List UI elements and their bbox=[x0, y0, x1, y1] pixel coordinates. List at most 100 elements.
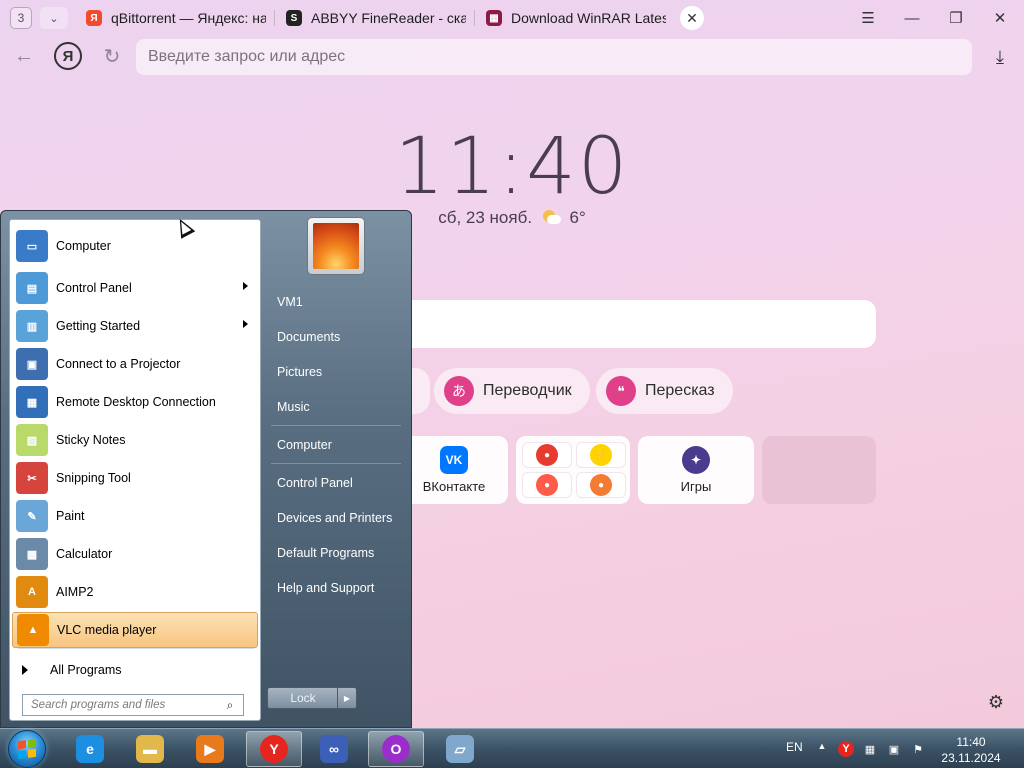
tab-qbittorrent[interactable]: Я qBittorrent — Яндекс: нашлось bbox=[86, 4, 266, 32]
start-menu: ▭ Computer ▤ Control Panel ▥ Getting Started ▣… bbox=[0, 210, 412, 728]
snipping-tool-icon: ✂ bbox=[16, 462, 48, 494]
display-icon[interactable]: ▣ bbox=[886, 741, 902, 757]
tab-title: qBittorrent — Яндекс: нашлось bbox=[111, 10, 266, 26]
start-right-vm1[interactable]: VM1 bbox=[267, 287, 405, 317]
start-item-connect-to-a-projector[interactable]: ▣ Connect to a Projector bbox=[12, 346, 258, 382]
flower-picture bbox=[313, 223, 359, 269]
start-item-label: Connect to a Projector bbox=[56, 357, 181, 371]
start-button[interactable] bbox=[8, 730, 46, 768]
tab-winrar[interactable]: ▦ Download WinRAR Latest bbox=[486, 4, 666, 32]
taskbar-window-app[interactable]: ▱ bbox=[432, 731, 488, 767]
start-right-computer[interactable]: Computer bbox=[267, 430, 405, 460]
all-programs-button[interactable]: All Programs bbox=[14, 658, 254, 682]
start-right-help-and-support[interactable]: Help and Support bbox=[267, 573, 405, 603]
network-icon[interactable]: ▦ bbox=[862, 741, 878, 757]
taskbar-infinity-app[interactable]: ∞ bbox=[306, 731, 362, 767]
start-item-label: Calculator bbox=[56, 547, 113, 561]
tile-vkontakte[interactable]: VK ВКонтакте bbox=[400, 436, 508, 504]
action-center-flag-icon[interactable]: ⚑ bbox=[910, 741, 926, 757]
restore-icon[interactable]: ❐ bbox=[944, 6, 968, 30]
taskbar-yandex-browser[interactable]: Y bbox=[246, 731, 302, 767]
start-search-input[interactable]: Search programs and files ⌕ bbox=[22, 694, 244, 716]
start-item-remote-desktop-connection[interactable]: ▦ Remote Desktop Connection bbox=[12, 384, 258, 420]
start-item-computer[interactable]: ▭ Computer bbox=[12, 228, 258, 264]
tile-label: Игры bbox=[680, 479, 712, 494]
windows-logo-icon bbox=[18, 738, 36, 760]
start-item-label: Computer bbox=[56, 239, 111, 253]
start-item-snipping-tool[interactable]: ✂ Snipping Tool bbox=[12, 460, 258, 496]
yandex-tray-icon[interactable]: Y bbox=[838, 741, 854, 757]
search-input[interactable] bbox=[400, 300, 876, 348]
tab-divider bbox=[474, 10, 475, 26]
tab-abbyy[interactable]: S ABBYY FineReader - скачать bbox=[286, 4, 466, 32]
s-icon: S bbox=[286, 10, 302, 26]
retell-button[interactable]: ❝ Пересказ bbox=[596, 368, 733, 414]
start-right-devices-and-printers[interactable]: Devices and Printers bbox=[267, 503, 405, 533]
lock-button[interactable]: Lock bbox=[267, 687, 339, 709]
start-right-default-programs[interactable]: Default Programs bbox=[267, 538, 405, 568]
minimize-icon[interactable]: — bbox=[900, 6, 924, 30]
start-item-aimp2[interactable]: A AIMP2 bbox=[12, 574, 258, 610]
start-right-documents[interactable]: Documents bbox=[267, 322, 405, 352]
start-right-pictures[interactable]: Pictures bbox=[267, 357, 405, 387]
yandex-icon: Я bbox=[86, 10, 102, 26]
map-pin-icon: ● bbox=[536, 474, 558, 496]
tab-divider bbox=[274, 10, 275, 26]
submenu-arrow-icon bbox=[243, 282, 248, 290]
tile-label: ВКонтакте bbox=[422, 479, 486, 494]
winrar-icon: ▦ bbox=[486, 10, 502, 26]
close-tab-icon[interactable]: ✕ bbox=[680, 6, 704, 30]
taskbar-media-player[interactable]: ▶ bbox=[182, 731, 238, 767]
user-avatar[interactable] bbox=[307, 217, 365, 275]
taskbar-opera-like-app[interactable]: O bbox=[368, 731, 424, 767]
taskbar-internet-explorer[interactable]: e bbox=[62, 731, 118, 767]
customize-icon[interactable]: ⚙ bbox=[984, 690, 1008, 714]
tab-counter[interactable]: 3 bbox=[10, 7, 32, 29]
back-arrow-icon[interactable]: ← bbox=[10, 42, 38, 70]
taskbar-file-explorer[interactable]: ▬ bbox=[122, 731, 178, 767]
aimp-icon: A bbox=[16, 576, 48, 608]
close-window-icon[interactable]: ✕ bbox=[988, 6, 1012, 30]
start-item-label: Control Panel bbox=[56, 281, 132, 295]
media-player-icon: ▶ bbox=[196, 735, 224, 763]
divider bbox=[271, 425, 401, 426]
start-right-control-panel[interactable]: Control Panel bbox=[267, 468, 405, 498]
temperature: 6° bbox=[569, 208, 586, 227]
start-item-getting-started[interactable]: ▥ Getting Started bbox=[12, 308, 258, 344]
chevron-down-icon[interactable]: ⌄ bbox=[40, 7, 68, 29]
tray-date: 23.11.2024 bbox=[941, 751, 1001, 765]
start-item-paint[interactable]: ✎ Paint bbox=[12, 498, 258, 534]
start-item-vlc-media-player[interactable]: ▲ VLC media player bbox=[12, 612, 258, 648]
music-app-icon: ● bbox=[536, 444, 558, 466]
clock-tray[interactable]: 11:40 23.11.2024 bbox=[936, 734, 1006, 766]
start-item-sticky-notes[interactable]: ▧ Sticky Notes bbox=[12, 422, 258, 458]
control-panel-icon: ▤ bbox=[16, 272, 48, 304]
window-app-icon: ▱ bbox=[446, 735, 474, 763]
lightning-icon: ⚡ bbox=[590, 444, 612, 466]
show-hidden-icons-icon[interactable]: ▲ bbox=[816, 741, 828, 755]
ie-icon: e bbox=[76, 735, 104, 763]
vlc-icon: ▲ bbox=[17, 614, 49, 646]
tab-title: ABBYY FineReader - скачать bbox=[311, 10, 466, 26]
submenu-arrow-icon bbox=[243, 320, 248, 328]
tile-games[interactable]: ✦ Игры bbox=[638, 436, 754, 504]
language-indicator[interactable]: EN bbox=[786, 740, 803, 754]
address-bar[interactable]: Введите запрос или адрес bbox=[136, 39, 972, 75]
divider bbox=[271, 463, 401, 464]
power-options-arrow-icon[interactable]: ▶ bbox=[337, 687, 357, 709]
getting-started-icon: ▥ bbox=[16, 310, 48, 342]
projector-icon: ▣ bbox=[16, 348, 48, 380]
translator-label: Переводчик bbox=[483, 382, 572, 399]
yandex-home-icon[interactable]: Я bbox=[54, 42, 82, 70]
start-item-calculator[interactable]: ▩ Calculator bbox=[12, 536, 258, 572]
start-menu-programs: ▭ Computer ▤ Control Panel ▥ Getting Started ▣… bbox=[9, 219, 261, 721]
translator-button[interactable]: あ Переводчик bbox=[434, 368, 590, 414]
tile-add[interactable] bbox=[762, 436, 876, 504]
download-icon[interactable]: ⤓ bbox=[988, 44, 1012, 70]
browser-menu-icon[interactable]: ☰ bbox=[856, 6, 880, 30]
games-icon: ✦ bbox=[682, 446, 710, 474]
start-item-label: AIMP2 bbox=[56, 585, 94, 599]
reload-icon[interactable]: ↻ bbox=[98, 42, 126, 70]
start-right-music[interactable]: Music bbox=[267, 392, 405, 422]
start-item-control-panel[interactable]: ▤ Control Panel bbox=[12, 270, 258, 306]
